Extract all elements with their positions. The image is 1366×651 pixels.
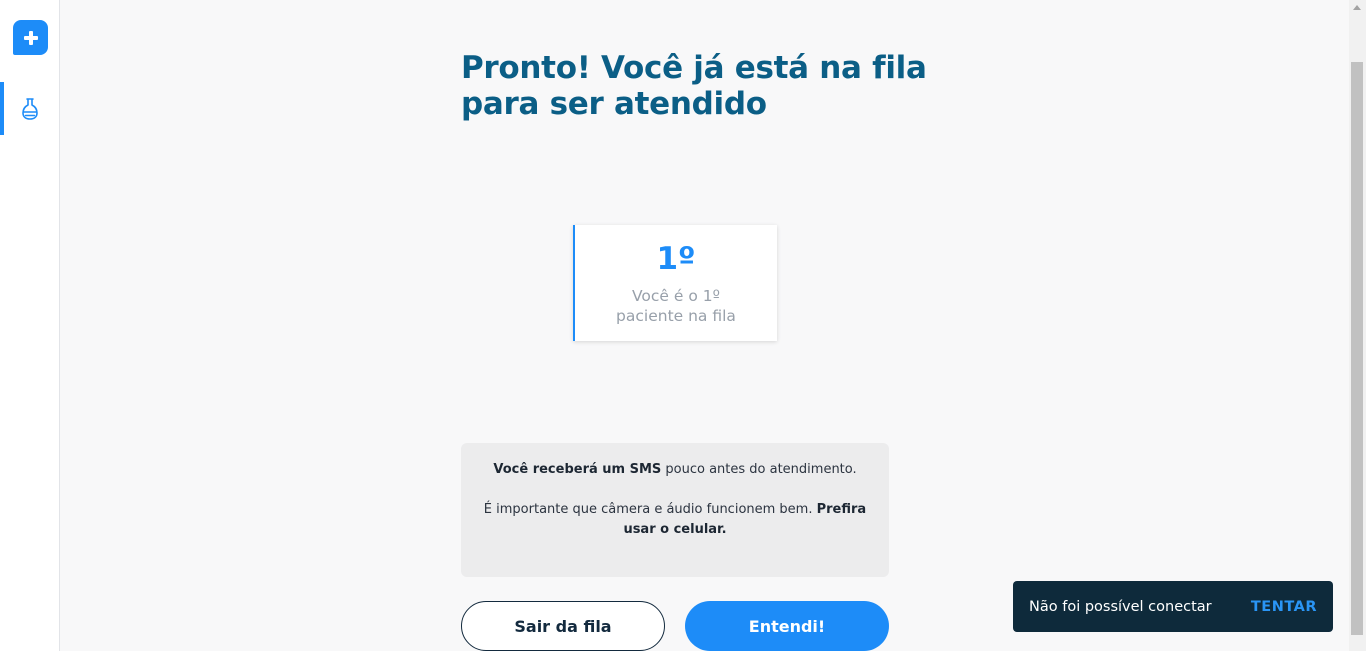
flask-icon	[21, 97, 38, 120]
queue-position-number: 1º	[656, 241, 696, 277]
plus-icon	[23, 30, 38, 45]
page-title: Pronto! Você já está na fila para ser at…	[461, 50, 927, 122]
queue-position-caption: Você é o 1º paciente na fila	[616, 287, 736, 325]
sidebar	[0, 0, 60, 651]
info-box: Você receberá um SMS pouco antes do aten…	[461, 443, 889, 577]
device-tip-text: É importante que câmera e áudio funcione…	[483, 502, 817, 517]
scroll-up-arrow-icon[interactable]	[1353, 5, 1361, 10]
device-tip: É importante que câmera e áudio funcione…	[483, 500, 867, 540]
sms-info-text: pouco antes do atendimento.	[661, 462, 857, 477]
connection-error-snackbar: Não foi possível conectar TENTAR	[1013, 581, 1333, 632]
scrollbar-thumb[interactable]	[1351, 62, 1363, 635]
sms-info: Você receberá um SMS pouco antes do aten…	[483, 460, 867, 480]
app-root: Pronto! Você já está na fila para ser at…	[0, 0, 1366, 651]
vertical-scrollbar[interactable]	[1349, 0, 1366, 651]
logo-button[interactable]	[13, 20, 48, 55]
understood-button[interactable]: Entendi!	[685, 601, 889, 651]
retry-button[interactable]: TENTAR	[1251, 599, 1317, 615]
snackbar-message: Não foi possível conectar	[1029, 598, 1212, 615]
sidebar-item-lab[interactable]	[0, 82, 59, 135]
leave-queue-button[interactable]: Sair da fila	[461, 601, 665, 651]
sms-info-bold: Você receberá um SMS	[493, 462, 662, 477]
queue-position-card: 1º Você é o 1º paciente na fila	[573, 225, 777, 341]
active-indicator	[0, 82, 4, 135]
